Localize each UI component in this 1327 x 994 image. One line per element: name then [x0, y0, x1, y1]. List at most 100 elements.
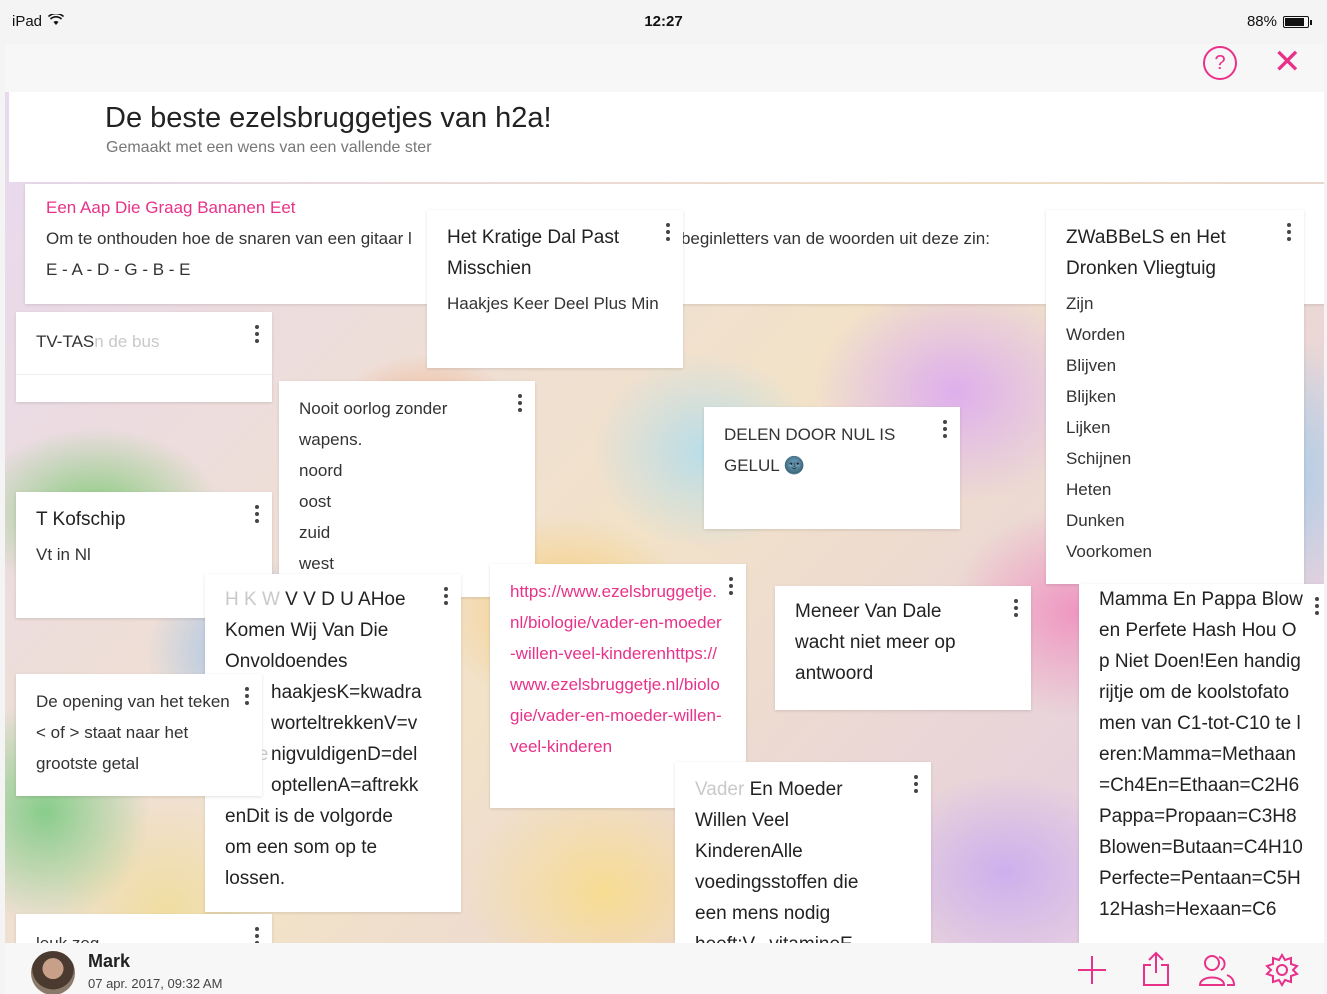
- moon-face-icon: 🌚: [783, 456, 806, 475]
- avatar[interactable]: [31, 951, 75, 994]
- note-list: Zijn Worden Blijven Blijken Lijken Schijnen He…: [1066, 288, 1284, 567]
- list-item: Vader En Moeder: [695, 774, 911, 805]
- share-button[interactable]: [1141, 951, 1171, 994]
- note-text: Mamma En Pappa Blowen Perfete Hash Hou O…: [1099, 589, 1303, 920]
- faded-text: H K W: [225, 589, 286, 610]
- page-title: De beste ezelsbruggetjes van h2a!: [105, 102, 552, 134]
- list-item: Worden: [1066, 325, 1126, 344]
- note-title: ZWaBBeLS en Het Dronken Vliegtuig: [1066, 227, 1226, 279]
- list-item: noord: [299, 461, 343, 480]
- note-card-meneer[interactable]: Meneer Van Dale wacht niet meer op antwo…: [775, 586, 1031, 710]
- battery-fill: [1285, 17, 1305, 26]
- settings-button[interactable]: [1265, 953, 1299, 994]
- note-body: Vt in Nl: [36, 545, 91, 564]
- note-list: Nooit oorlog zonder wapens. noord oost zuid w…: [299, 393, 515, 579]
- note-text: Meneer Van Dale wacht niet meer op antwo…: [795, 601, 956, 684]
- list-item-text: voedingsstoffen die: [695, 872, 859, 893]
- more-options-icon[interactable]: [441, 584, 451, 608]
- close-button[interactable]: ✕: [1273, 44, 1302, 80]
- more-options-icon[interactable]: [515, 391, 525, 415]
- list-item: Onvoldoendes: [225, 646, 441, 677]
- more-options-icon[interactable]: [242, 684, 252, 708]
- top-toolbar: ? ✕: [5, 44, 1324, 92]
- list-item-text: V V D U AHoe: [285, 589, 406, 610]
- note-card-zwabbels[interactable]: ZWaBBeLS en Het Dronken Vliegtuig Zijn Wo…: [1046, 210, 1304, 584]
- note-card-vader[interactable]: Vader En Moeder Willen Veel KinderenAlle vo…: [675, 762, 931, 943]
- list-item: zuid: [299, 523, 331, 542]
- more-options-icon[interactable]: [663, 220, 673, 244]
- more-options-icon[interactable]: [1284, 220, 1294, 244]
- close-icon: ✕: [1273, 43, 1302, 81]
- more-options-icon[interactable]: [252, 924, 262, 943]
- list-item-text: enDit is de volgorde: [225, 806, 393, 827]
- note-title: Het Kratige Dal Past Misschien: [447, 227, 620, 279]
- list-item: een mens nodig: [695, 898, 911, 929]
- more-options-icon[interactable]: [911, 772, 921, 796]
- more-options-icon[interactable]: [1312, 594, 1322, 618]
- battery-percent: 88%: [1246, 13, 1277, 30]
- author-name: Mark: [88, 951, 131, 971]
- help-icon: ?: [1214, 52, 1226, 74]
- note-text: DELEN DOOR NUL IS GELUL 🌚: [724, 419, 940, 481]
- list-item-text: haakjesK=kwadra: [271, 682, 422, 703]
- faded-text: n de bus: [94, 332, 160, 351]
- note-line: TV-TAS: [36, 332, 95, 351]
- more-options-icon[interactable]: [252, 322, 262, 346]
- note-card-kratige[interactable]: Het Kratige Dal Past Misschien Haakjes K…: [427, 210, 683, 368]
- list-item: heeft:V...vitamineE: [695, 929, 911, 943]
- list-item-text: lossen.: [225, 868, 286, 889]
- list-item: Komen Wij Van Die: [225, 615, 441, 646]
- more-options-icon[interactable]: [940, 417, 950, 441]
- list-item-text: nigvuldigenD=del: [271, 744, 418, 765]
- note-line: Om te onthouden hoe de snaren van een gi…: [46, 229, 412, 248]
- note-line: e beginletters van de woorden uit deze z…: [666, 229, 990, 248]
- list-item: Voorkomen: [1066, 542, 1152, 561]
- help-button[interactable]: ?: [1203, 46, 1237, 80]
- list-item-text: om een som op te: [225, 837, 378, 858]
- note-card-mamma[interactable]: Mamma En Pappa Blowen Perfete Hash Hou O…: [1079, 584, 1324, 943]
- note-link[interactable]: https://www.ezelsbruggetje.nl/biologie/v…: [510, 576, 726, 762]
- list-item: Blijven: [1066, 356, 1117, 375]
- board-header: De beste ezelsbruggetjes van h2a! Gemaak…: [9, 92, 1324, 182]
- battery-icon: [1283, 15, 1312, 28]
- list-item: oost: [299, 492, 332, 511]
- status-time: 12:27: [644, 13, 683, 30]
- list-item: Schijnen: [1066, 449, 1132, 468]
- status-bar: iPad 12:27 88%: [0, 0, 1327, 44]
- more-options-icon[interactable]: [1011, 596, 1021, 620]
- note-list: Vader En Moeder Willen Veel KinderenAlle vo…: [695, 774, 911, 943]
- collaborators-button[interactable]: [1198, 953, 1236, 994]
- board-canvas[interactable]: De beste ezelsbruggetjes van h2a! Gemaak…: [5, 92, 1324, 943]
- note-card-delen[interactable]: DELEN DOOR NUL IS GELUL 🌚: [704, 407, 960, 529]
- list-item: Heten: [1066, 480, 1112, 499]
- note-title: T Kofschip: [36, 509, 126, 530]
- people-icon: [1198, 955, 1236, 986]
- list-item-text: worteltrekkenV=v: [271, 713, 418, 734]
- list-item: Willen Veel: [695, 805, 911, 836]
- divider: [16, 374, 272, 375]
- add-post-button[interactable]: [1075, 953, 1109, 994]
- list-item: KinderenAlle: [695, 836, 911, 867]
- list-item: Dunken: [1066, 511, 1125, 530]
- status-right: 88%: [1246, 13, 1312, 30]
- note-text: De opening van het teken < of > staat na…: [36, 692, 230, 773]
- list-item: Lijken: [1066, 418, 1111, 437]
- post-date: 07 apr. 2017, 09:32 AM: [88, 976, 223, 991]
- more-options-icon[interactable]: [726, 574, 736, 598]
- faded-text: Vader: [695, 779, 750, 800]
- list-item-text: een mens nodig: [695, 903, 831, 924]
- more-options-icon[interactable]: [252, 502, 262, 526]
- note-card-leuk[interactable]: leuk zeg: [16, 914, 272, 943]
- bottom-toolbar: Mark 07 apr. 2017, 09:32 AM: [5, 943, 1324, 994]
- note-line: DELEN DOOR NUL IS GELUL: [724, 425, 896, 475]
- list-item: enDit is de volgorde: [225, 801, 441, 832]
- note-card-opening[interactable]: De opening van het teken < of > staat na…: [16, 674, 262, 796]
- share-icon: [1143, 951, 1169, 986]
- list-item-text: heeft:V...vitamineE: [695, 934, 853, 943]
- list-item: om een som op te: [225, 832, 441, 863]
- list-item-text: Onvoldoendes: [225, 651, 348, 672]
- note-card-tvtas[interactable]: TV-TASn de bus: [16, 312, 272, 402]
- list-item-text: Komen Wij Van Die: [225, 620, 389, 641]
- list-item-text: optellenA=aftrekk: [271, 775, 419, 796]
- note-text: TV-TASn de bus: [36, 326, 252, 357]
